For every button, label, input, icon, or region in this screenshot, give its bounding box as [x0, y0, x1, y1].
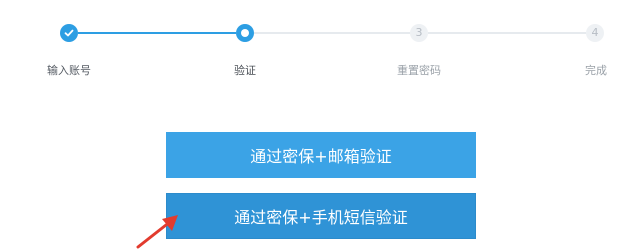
step-3-label: 重置密码 — [397, 64, 441, 77]
current-step-dot — [241, 29, 249, 37]
step-2-label: 验证 — [234, 64, 256, 77]
step-3-number: 3 — [415, 26, 423, 39]
check-icon — [64, 29, 74, 37]
verify-by-sms-button[interactable]: 通过密保+手机短信验证 — [166, 193, 476, 239]
red-arrow-icon — [136, 215, 178, 249]
step-4-label: 完成 — [585, 64, 607, 77]
step-3-circle: 3 — [410, 24, 428, 42]
step-4-circle: 4 — [586, 24, 604, 42]
step-4-number: 4 — [591, 26, 599, 39]
verify-by-email-button[interactable]: 通过密保+邮箱验证 — [166, 132, 476, 178]
progress-stepper: 输入账号 验证 3 重置密码 4 完成 — [0, 0, 620, 90]
step-connector-pending-1 — [254, 32, 410, 34]
step-1-label: 输入账号 — [47, 64, 91, 77]
step-connector-pending-2 — [428, 32, 586, 34]
step-1-circle — [60, 24, 78, 42]
step-connector-done — [78, 32, 236, 34]
step-2-circle — [236, 24, 254, 42]
